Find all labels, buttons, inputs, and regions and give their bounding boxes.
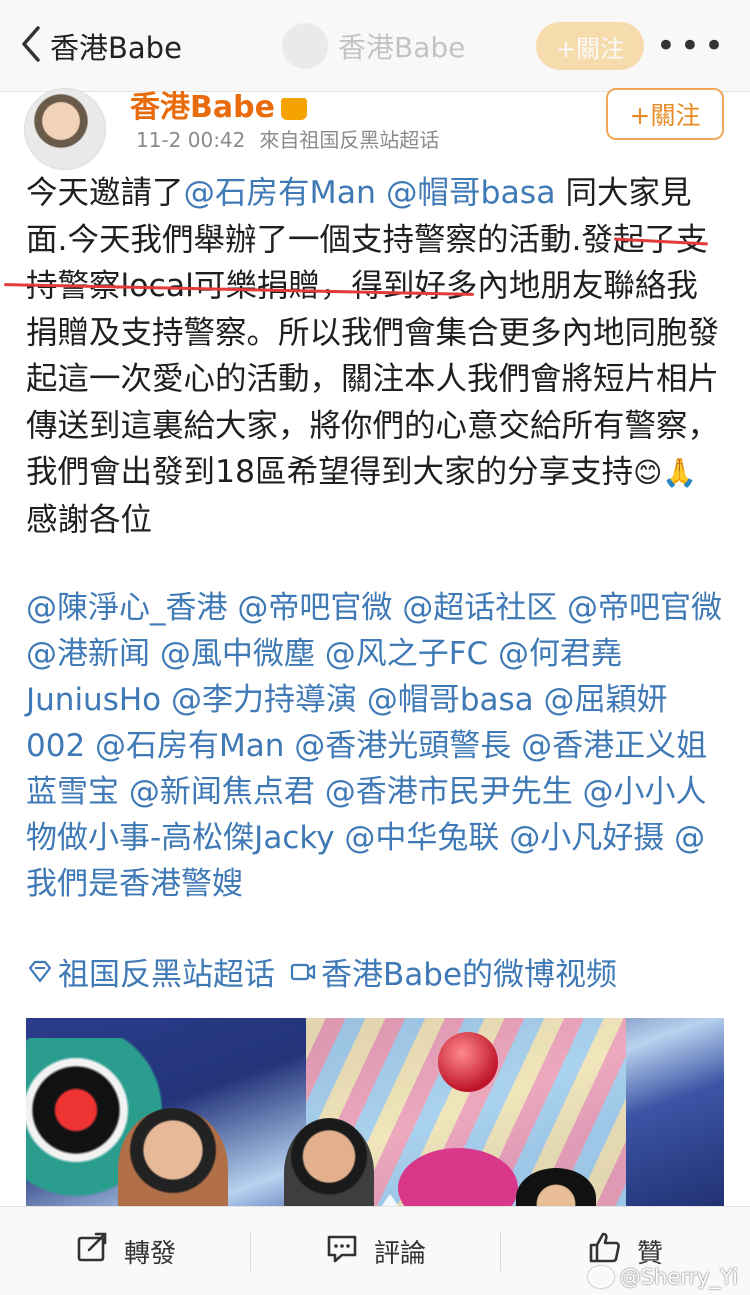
author-name[interactable]: 香港Babe xyxy=(130,82,307,126)
like-label: 贊 xyxy=(636,1238,663,1269)
repost-label: 轉發 xyxy=(123,1238,176,1269)
watermark-text: @Sherry_Yi xyxy=(619,1265,738,1289)
post-text-part: 今天邀請了 xyxy=(26,175,184,211)
follow-button[interactable]: +關注 xyxy=(606,88,724,140)
mention-link[interactable]: @帽哥basa xyxy=(386,175,556,211)
nav-center-name: 香港Babe xyxy=(338,31,466,64)
topic-link-video[interactable]: 香港Babe的微博视频 xyxy=(289,952,617,998)
back-button[interactable]: 香港Babe xyxy=(18,22,182,70)
video-topic-icon xyxy=(289,952,317,998)
topic-links: 祖国反黑站超话 香港Babe的微博视频 xyxy=(26,952,726,998)
mural-ball xyxy=(438,1032,498,1092)
topic-link-supertopic[interactable]: 祖国反黑站超话 xyxy=(26,952,275,998)
topic-label: 祖国反黑站超话 xyxy=(58,957,275,993)
weibo-logo-icon xyxy=(587,1266,614,1288)
author-avatar[interactable] xyxy=(24,88,106,170)
comment-button[interactable]: 評論 xyxy=(250,1207,500,1295)
mention-list[interactable]: @陳淨心_香港 @帝吧官微 @超话社区 @帝吧官微 @港新闻 @風中微塵 @风之… xyxy=(26,585,726,907)
post-source[interactable]: 來自祖国反黑站超话 xyxy=(259,128,439,152)
person-figure xyxy=(118,1108,228,1218)
post-time: 11-2 00:42 xyxy=(136,128,246,152)
author-name-text: 香港Babe xyxy=(130,90,275,125)
nav-center-profile[interactable]: 香港Babe xyxy=(282,20,465,72)
comment-icon xyxy=(324,1230,360,1273)
chevron-left-icon xyxy=(18,24,46,68)
post-text-part: 同大家見面.今天我們舉辦了一個支持警察的活動.發起了支持警察local可樂捐贈，… xyxy=(26,175,720,490)
post-text-part: 感謝各位 xyxy=(26,501,153,538)
person-figure xyxy=(284,1118,374,1218)
diamond-topic-icon xyxy=(26,952,54,998)
video-thumbnail[interactable] xyxy=(26,1018,724,1218)
watermark: @Sherry_Yi xyxy=(587,1265,738,1289)
action-bar: 轉發 評論 贊 @Sherry_Yi xyxy=(0,1206,750,1295)
comment-label: 評論 xyxy=(373,1238,426,1269)
nav-title: 香港Babe xyxy=(50,31,182,65)
post-meta: 11-2 00:42 來自祖国反黑站超话 xyxy=(136,124,453,153)
post-body: 今天邀請了@石房有Man @帽哥basa 同大家見面.今天我們舉辦了一個支持警察… xyxy=(26,170,726,543)
smile-pray-emoji-icon: 😊🙏 xyxy=(633,456,698,489)
nav-follow-button[interactable]: +關注 xyxy=(536,22,644,70)
mention-link[interactable]: @石房有Man xyxy=(184,175,376,211)
topic-label: 香港Babe的微博视频 xyxy=(321,957,618,993)
top-navbar: 香港Babe 香港Babe +關注 ••• xyxy=(0,0,750,92)
post-author-row: 香港Babe 11-2 00:42 來自祖国反黑站超话 +關注 xyxy=(0,80,750,170)
repost-icon xyxy=(74,1230,110,1273)
crown-badge-icon xyxy=(280,97,307,120)
avatar xyxy=(282,23,328,69)
repost-button[interactable]: 轉發 xyxy=(0,1207,250,1295)
more-options-icon[interactable]: ••• xyxy=(656,29,728,63)
